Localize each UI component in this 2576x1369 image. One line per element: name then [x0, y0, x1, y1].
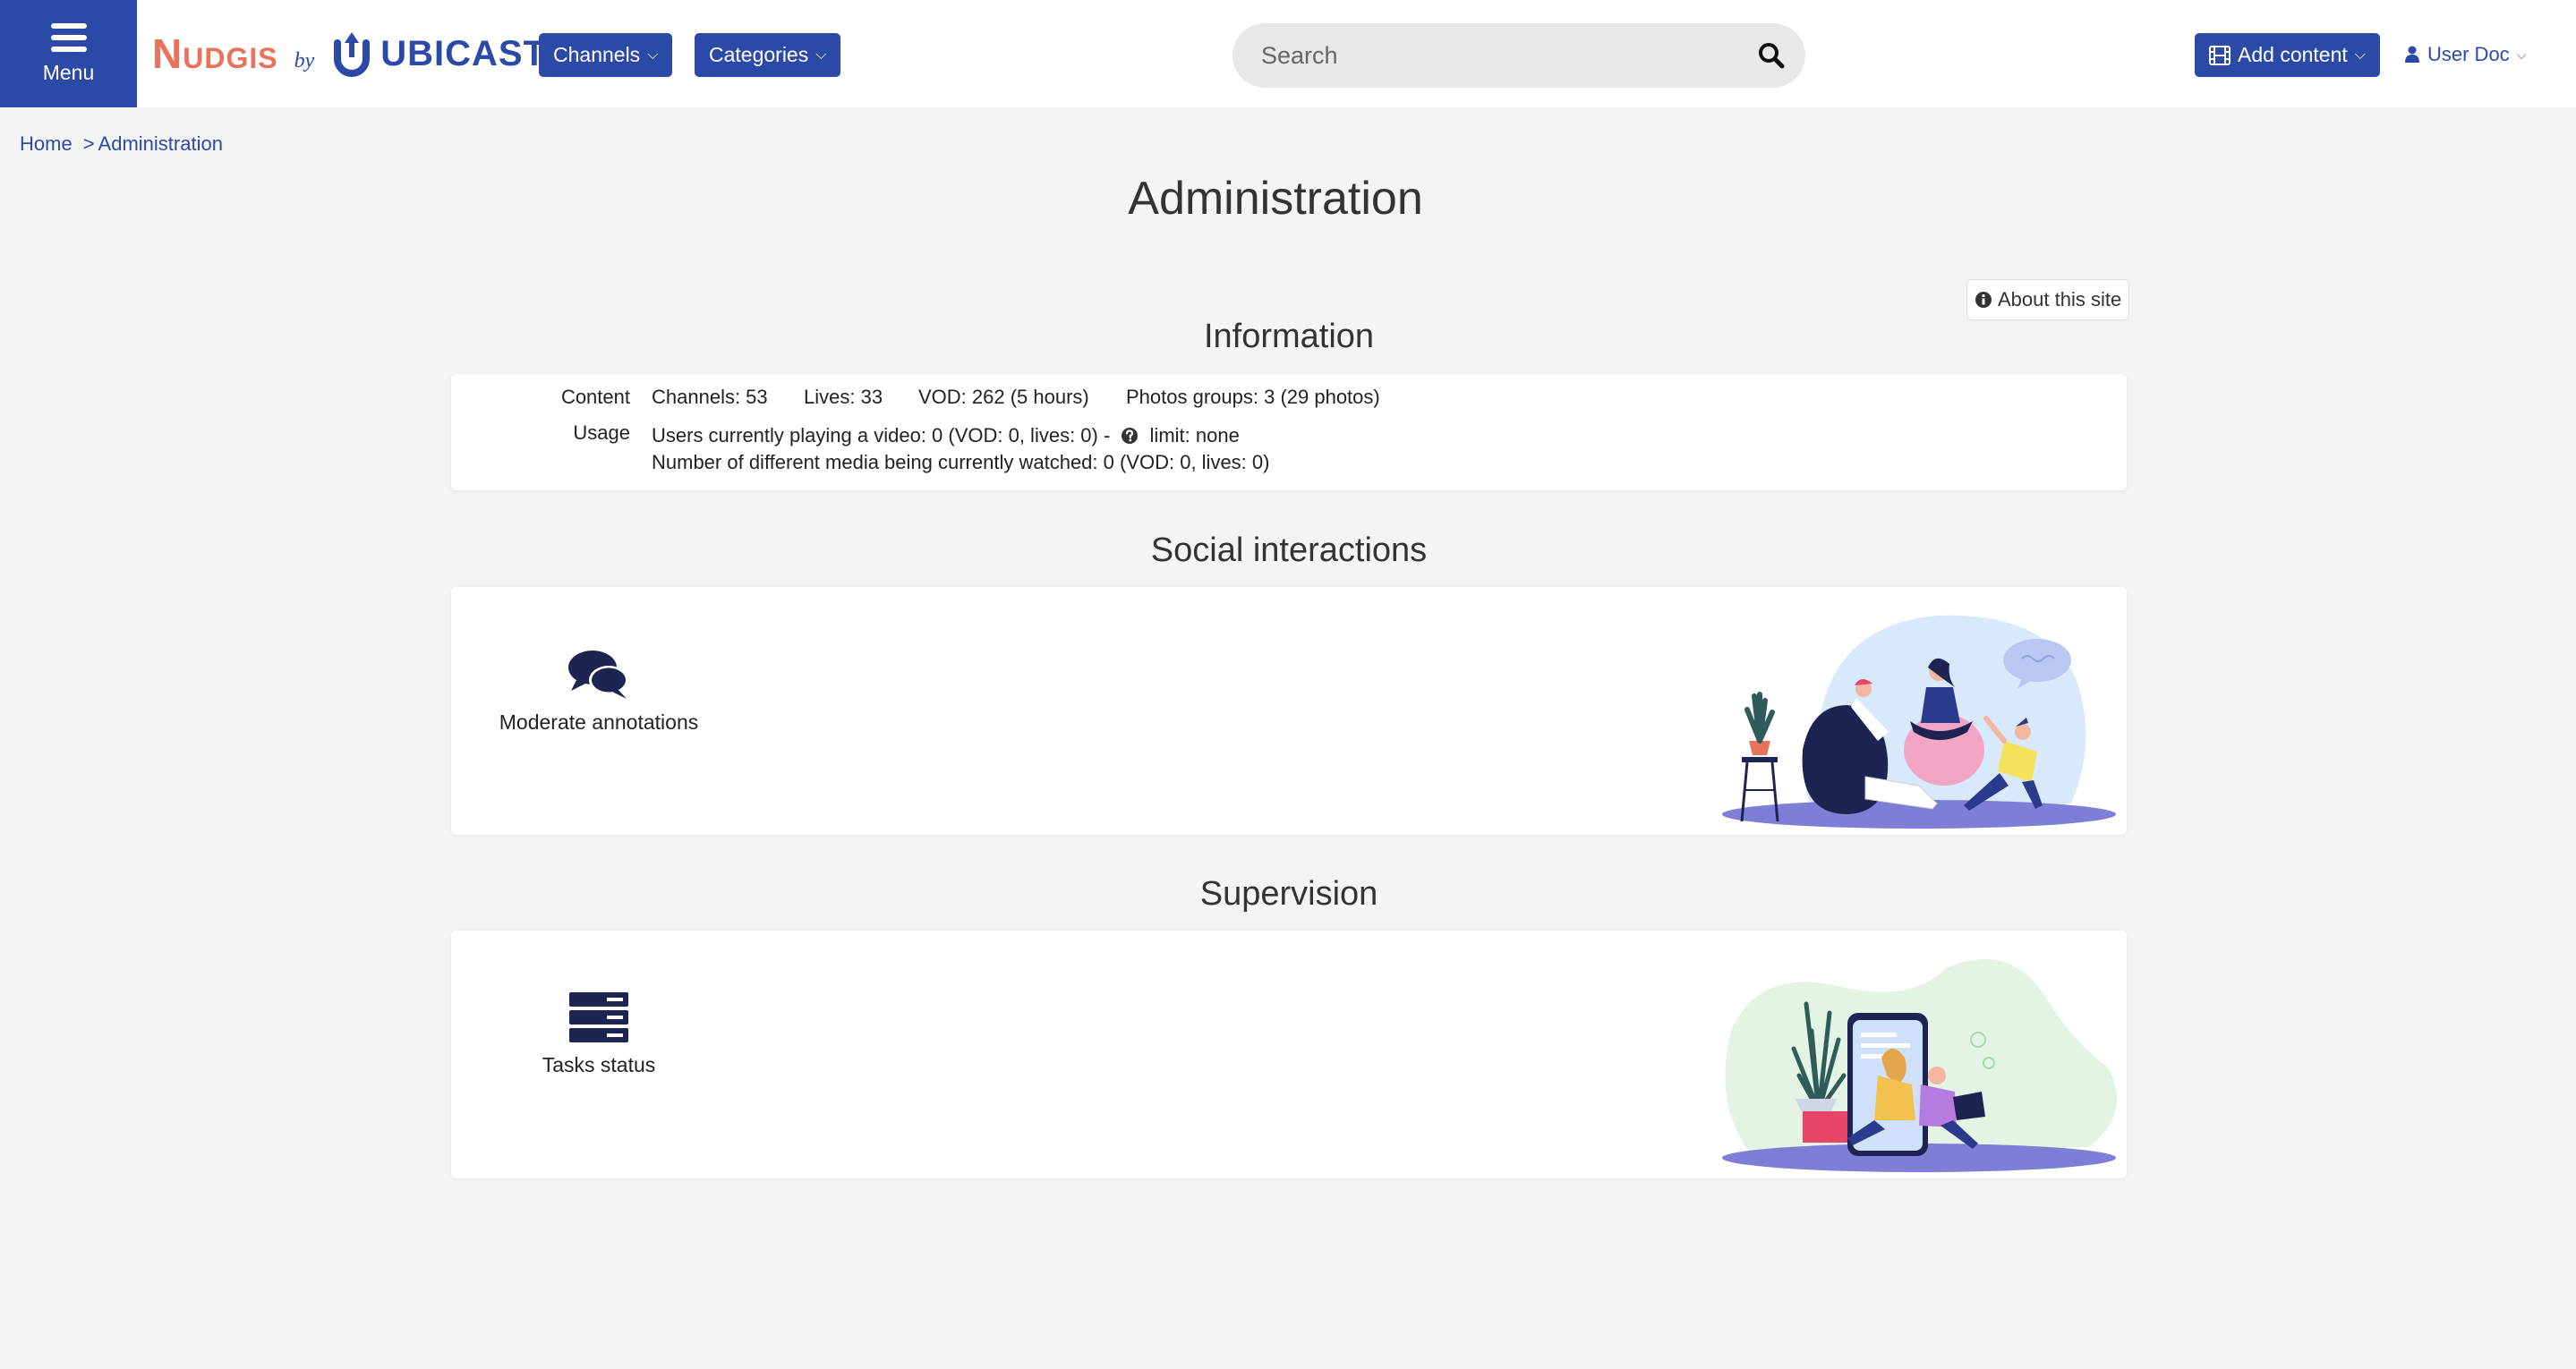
social-interactions-title: Social interactions [1150, 531, 1428, 569]
categories-dropdown[interactable]: Categories ⌵ [695, 33, 841, 77]
chevron-down-icon: ⌵ [2354, 47, 2366, 63]
information-title: Information [1203, 318, 1375, 355]
film-icon [2209, 45, 2231, 65]
menu-button[interactable]: Menu [0, 0, 137, 107]
about-site-label: About this site [1998, 288, 2122, 310]
channels-count: Channels: 53 [652, 386, 768, 408]
information-card: Content Channels: 53 Lives: 33 VOD: 262 … [451, 374, 2127, 490]
social-interactions-card: Moderate annotations [451, 587, 2127, 835]
chevron-down-icon: ⌵ [815, 47, 827, 63]
social-illustration [1722, 615, 2116, 829]
top-bar: Menu Nudgis by UBICAST Channels ⌵ Catego… [0, 0, 2576, 107]
supervision-card: Tasks status [451, 931, 2127, 1178]
user-icon [2405, 46, 2419, 63]
info-circle-icon [1975, 292, 1992, 308]
usage-line-1: Users currently playing a video: 0 (VOD:… [652, 424, 1240, 447]
breadcrumb-separator: > [82, 132, 95, 155]
search-icon[interactable] [1757, 41, 1786, 70]
server-icon [569, 992, 628, 1042]
moderate-annotations-tile[interactable]: Moderate annotations [496, 650, 702, 735]
usage-line-2: Number of different media being currentl… [652, 451, 1270, 473]
ubicast-logo-icon [334, 32, 371, 77]
menu-label: Menu [42, 60, 95, 84]
search-input[interactable] [1233, 23, 1734, 88]
tasks-status-tile[interactable]: Tasks status [496, 991, 702, 1077]
chevron-down-icon: ⌵ [2516, 47, 2527, 62]
channels-dropdown[interactable]: Channels ⌵ [539, 33, 673, 77]
hamburger-icon [50, 22, 87, 52]
user-name: User Doc [2427, 43, 2510, 65]
supervision-title: Supervision [1199, 875, 1378, 913]
lives-count: Lives: 33 [804, 386, 883, 408]
usage-limit: limit: none [1149, 424, 1240, 446]
logo-ubicast: UBICAST [380, 33, 547, 73]
photos-count: Photos groups: 3 (29 photos) [1126, 386, 1380, 408]
about-site-button[interactable]: About this site [1966, 279, 2130, 320]
tasks-status-label: Tasks status [542, 1053, 656, 1076]
add-content-button[interactable]: Add content ⌵ [2195, 33, 2380, 77]
categories-label: Categories [709, 43, 809, 66]
chevron-down-icon: ⌵ [647, 47, 659, 63]
vod-count: VOD: 262 (5 hours) [918, 386, 1089, 408]
content-key: Content [560, 386, 630, 408]
breadcrumb-current[interactable]: Administration [98, 132, 223, 156]
comments-icon [568, 650, 628, 699]
breadcrumb-home[interactable]: Home [20, 132, 73, 156]
page-title: Administration [1128, 173, 1423, 225]
add-content-label: Add content [2238, 43, 2348, 66]
usage-key: Usage [573, 421, 630, 444]
breadcrumb: Home > Administration [20, 132, 223, 156]
channels-label: Channels [553, 43, 641, 66]
site-logo[interactable]: Nudgis by UBICAST [152, 25, 546, 82]
user-menu[interactable]: User Doc ⌵ [2404, 43, 2526, 66]
search-bar [1233, 23, 1805, 88]
supervision-illustration [1722, 959, 2118, 1172]
usage-playing: Users currently playing a video: 0 (VOD:… [652, 424, 1111, 446]
logo-by: by [294, 48, 315, 72]
moderate-annotations-label: Moderate annotations [499, 710, 699, 734]
logo-nudgis: Nudgis [152, 30, 278, 77]
question-circle-icon[interactable] [1121, 427, 1139, 445]
